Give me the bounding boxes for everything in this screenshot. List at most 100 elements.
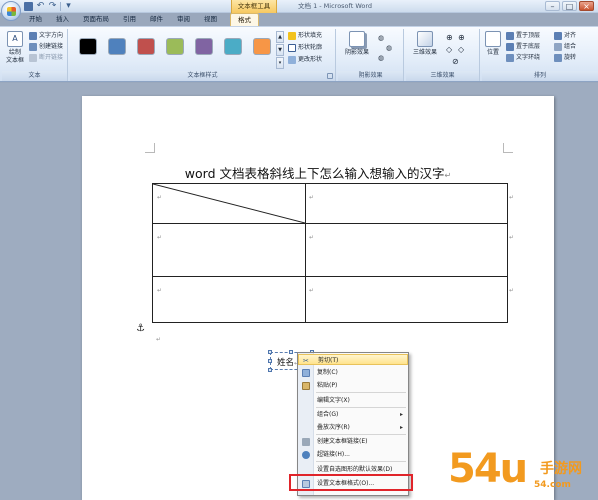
window-title: 文档 1 - Microsoft Word bbox=[298, 2, 373, 10]
text-wrap-label: 文字环绕 bbox=[516, 54, 541, 61]
context-tab-header: 文本框工具 bbox=[231, 0, 277, 13]
style-swatch-blue[interactable] bbox=[108, 38, 126, 55]
submenu-arrow-icon: ▸ bbox=[399, 411, 403, 418]
menu-item-copy[interactable]: 复制(C) bbox=[298, 367, 408, 378]
menu-item-hyperlink[interactable]: 超链接(H)... bbox=[298, 449, 408, 460]
tilt-down-icon[interactable]: ⊕ bbox=[458, 33, 465, 43]
close-icon[interactable]: × bbox=[579, 1, 594, 11]
watermark-suffix: u bbox=[499, 446, 529, 492]
text-wrap-button[interactable]: 文字环绕 bbox=[506, 53, 540, 63]
rotate-label: 旋转 bbox=[564, 54, 577, 61]
window-controls: – □ × bbox=[545, 1, 594, 11]
draw-textbox-button[interactable]: A 绘制 文本框 bbox=[4, 31, 26, 65]
menu-item-cut[interactable]: ✂ 剪切(T) bbox=[298, 354, 408, 365]
crop-mark-top-right bbox=[503, 143, 513, 153]
change-shape-button[interactable]: 更改形状 bbox=[288, 55, 322, 65]
text-direction-button[interactable]: 文字方向 bbox=[29, 31, 63, 41]
threed-icon bbox=[417, 31, 433, 47]
cell-end-mark: ↵ bbox=[309, 287, 315, 294]
bring-front-label: 置于顶层 bbox=[516, 32, 541, 39]
gallery-down-icon[interactable]: ▼ bbox=[276, 44, 284, 56]
office-logo-icon bbox=[7, 7, 16, 16]
threed-effects-button[interactable]: 三维效果 bbox=[408, 31, 442, 57]
paste-icon bbox=[302, 382, 310, 390]
cell-end-mark: ↵ bbox=[157, 234, 163, 241]
shadow-effects-button[interactable]: 阴影效果 bbox=[340, 31, 374, 57]
bring-front-icon bbox=[506, 32, 514, 40]
minimize-icon[interactable]: – bbox=[545, 1, 560, 11]
textbox-styles-group: ▲ ▼ ▾ 形状填充 形状轮廓 更改形状 文本框样式 bbox=[70, 29, 336, 81]
break-link-button[interactable]: 断开链接 bbox=[29, 53, 63, 63]
dialog-launcher-icon[interactable] bbox=[327, 73, 333, 79]
align-icon bbox=[554, 32, 562, 40]
style-swatch-green[interactable] bbox=[166, 38, 184, 55]
resize-handle[interactable] bbox=[289, 350, 293, 354]
tab-view[interactable]: 视图 bbox=[197, 13, 224, 26]
menu-item-create-link[interactable]: 创建文本框链接(E) bbox=[298, 436, 408, 447]
document-table[interactable]: ↵ ↵ ↵ ↵ ↵ ↵ ↵ ↵ ↵ bbox=[152, 183, 514, 323]
toolbar-separator bbox=[60, 2, 61, 11]
shape-outline-button[interactable]: 形状轮廓 bbox=[288, 43, 322, 53]
undo-icon[interactable]: ↶ bbox=[36, 2, 45, 11]
crop-mark-top-left bbox=[145, 143, 155, 153]
gallery-more-icon[interactable]: ▾ bbox=[276, 57, 284, 69]
tab-references[interactable]: 引用 bbox=[116, 13, 143, 26]
align-label: 对齐 bbox=[564, 32, 577, 39]
resize-handle[interactable] bbox=[268, 368, 272, 372]
save-icon[interactable] bbox=[24, 2, 33, 11]
menu-item-label: 创建文本框链接(E) bbox=[317, 438, 368, 445]
quick-access-toolbar: ↶ ↷ ▾ bbox=[24, 1, 73, 12]
textbox-text: 姓名↵ bbox=[277, 356, 299, 368]
style-swatch-aqua[interactable] bbox=[224, 38, 242, 55]
arrange-group: 位置 置于顶层 置于底层 文字环绕 对齐 组合 旋转 排列 bbox=[482, 29, 598, 81]
maximize-icon[interactable]: □ bbox=[562, 1, 577, 11]
menu-item-edit-text[interactable]: 编辑文字(X) bbox=[298, 395, 408, 406]
hyperlink-icon bbox=[302, 451, 310, 459]
menu-item-order[interactable]: 叠放次序(R) ▸ bbox=[298, 422, 408, 433]
rotate-button[interactable]: 旋转 bbox=[554, 53, 576, 63]
tilt-up-icon[interactable]: ⊕ bbox=[446, 33, 453, 43]
create-link-button[interactable]: 创建链接 bbox=[29, 42, 63, 52]
position-icon bbox=[485, 31, 501, 47]
tab-mailings[interactable]: 邮件 bbox=[143, 13, 170, 26]
tilt-right-icon[interactable]: ◇ bbox=[458, 45, 464, 55]
resize-handle[interactable] bbox=[268, 350, 272, 354]
tilt-left-icon[interactable]: ◇ bbox=[446, 45, 452, 55]
customize-qat-icon[interactable]: ▾ bbox=[64, 2, 73, 11]
redo-icon[interactable]: ↷ bbox=[48, 2, 57, 11]
resize-handle[interactable] bbox=[268, 359, 272, 363]
bring-front-button[interactable]: 置于顶层 bbox=[506, 31, 540, 41]
tab-insert[interactable]: 插入 bbox=[49, 13, 76, 26]
tab-format[interactable]: 格式 bbox=[230, 13, 259, 26]
shadow-nudge-down[interactable]: ◍ bbox=[378, 53, 384, 63]
style-swatch-black[interactable] bbox=[79, 38, 97, 55]
shadow-nudge-up[interactable]: ◍ bbox=[378, 33, 384, 43]
group-button[interactable]: 组合 bbox=[554, 42, 576, 52]
shadow-nudge-right[interactable]: ◍ bbox=[386, 43, 392, 53]
style-swatch-orange[interactable] bbox=[253, 38, 271, 55]
highlight-box bbox=[289, 474, 413, 491]
tab-review[interactable]: 审阅 bbox=[170, 13, 197, 26]
shape-fill-button[interactable]: 形状填充 bbox=[288, 31, 322, 41]
shadow-effects-label: 阴影效果 bbox=[344, 49, 369, 56]
group-label: 组合 bbox=[564, 43, 577, 50]
threed-effects-label: 三维效果 bbox=[412, 49, 437, 56]
gallery-up-icon[interactable]: ▲ bbox=[276, 31, 284, 43]
align-button[interactable]: 对齐 bbox=[554, 31, 576, 41]
position-button[interactable]: 位置 bbox=[484, 31, 502, 57]
menu-item-group[interactable]: 组合(G) ▸ bbox=[298, 409, 408, 420]
threed-toggle-icon[interactable]: ⊘ bbox=[452, 57, 459, 67]
office-button[interactable] bbox=[1, 1, 21, 21]
menu-item-paste[interactable]: 粘贴(P) bbox=[298, 380, 408, 391]
style-swatch-red[interactable] bbox=[137, 38, 155, 55]
document-heading: word 文档表格斜线上下怎么输入想输入的汉字↵ bbox=[82, 163, 554, 182]
tab-home[interactable]: 开始 bbox=[22, 13, 49, 26]
send-back-button[interactable]: 置于底层 bbox=[506, 42, 540, 52]
shape-outline-label: 形状轮廓 bbox=[298, 44, 323, 51]
anchor-icon[interactable]: ⚓ bbox=[136, 323, 145, 334]
break-link-icon bbox=[29, 54, 37, 62]
tab-page-layout[interactable]: 页面布局 bbox=[76, 13, 116, 26]
style-swatch-purple[interactable] bbox=[195, 38, 213, 55]
menu-item-label: 叠放次序(R) bbox=[317, 424, 350, 431]
watermark-digits: 54 bbox=[448, 446, 502, 492]
